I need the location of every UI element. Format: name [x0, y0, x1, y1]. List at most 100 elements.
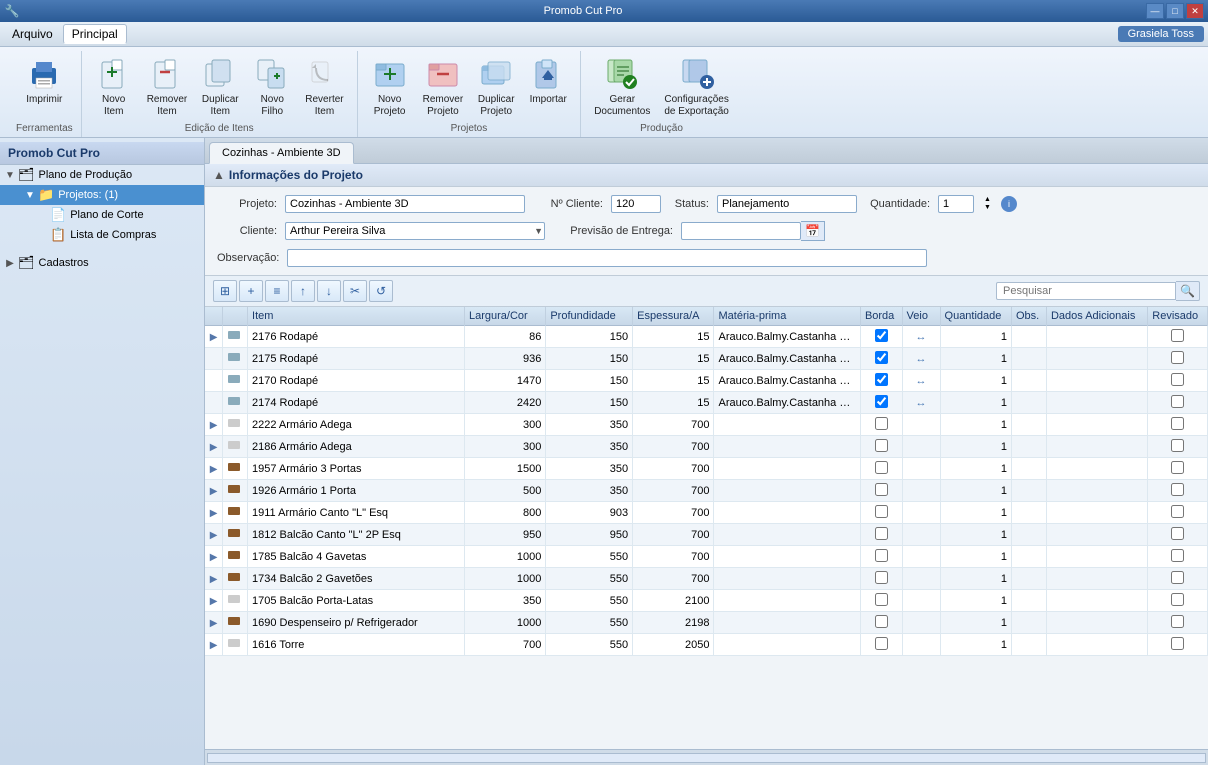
expand-arrow[interactable]: ▶ — [210, 332, 218, 343]
item-revisado[interactable] — [1148, 524, 1208, 546]
item-revisado[interactable] — [1148, 612, 1208, 634]
borda-checkbox[interactable] — [875, 395, 888, 408]
revisado-checkbox[interactable] — [1171, 615, 1184, 628]
col-esp[interactable]: Espessura/A — [633, 307, 714, 326]
col-rev[interactable]: Revisado — [1148, 307, 1208, 326]
expand-arrow[interactable]: ▶ — [210, 442, 218, 453]
previsao-input[interactable] — [681, 222, 801, 240]
status-select[interactable]: Planejamento Em Produção Concluído — [717, 195, 857, 213]
duplicar-item-button[interactable]: DuplicarItem — [196, 53, 244, 121]
item-revisado[interactable] — [1148, 436, 1208, 458]
revisado-checkbox[interactable] — [1171, 461, 1184, 474]
expand-cell[interactable]: ▶ — [205, 480, 223, 502]
table-row[interactable]: ▶1734 Balcão 2 Gavetões10005507001 — [205, 568, 1208, 590]
expand-arrow[interactable]: ▶ — [210, 464, 218, 475]
expand-arrow[interactable]: ▶ — [210, 596, 218, 607]
revisado-checkbox[interactable] — [1171, 593, 1184, 606]
menu-principal[interactable]: Principal — [63, 24, 127, 44]
expand-arrow[interactable]: ▶ — [210, 420, 218, 431]
item-revisado[interactable] — [1148, 590, 1208, 612]
horizontal-scrollbar[interactable] — [207, 753, 1206, 763]
table-row[interactable]: ▶2176 Rodapé8615015Arauco.Balmy.Castanha… — [205, 326, 1208, 348]
table-row[interactable]: ▶1616 Torre70055020501 — [205, 634, 1208, 656]
item-borda[interactable] — [860, 634, 902, 656]
borda-checkbox[interactable] — [875, 637, 888, 650]
revisado-checkbox[interactable] — [1171, 483, 1184, 496]
cliente-combo[interactable]: Arthur Pereira Silva ▼ — [285, 222, 545, 240]
qty-down[interactable]: ▼ — [982, 204, 993, 212]
tree-item-lista-compras[interactable]: 📋 Lista de Compras — [0, 225, 204, 245]
revisado-checkbox[interactable] — [1171, 351, 1184, 364]
print-button[interactable]: Imprimir — [20, 53, 68, 109]
item-borda[interactable] — [860, 590, 902, 612]
novo-projeto-button[interactable]: NovoProjeto — [366, 53, 414, 121]
expand-cell[interactable]: ▶ — [205, 414, 223, 436]
item-borda[interactable] — [860, 348, 902, 370]
item-borda[interactable] — [860, 568, 902, 590]
status-combo[interactable]: Planejamento Em Produção Concluído — [717, 195, 857, 213]
toolbar-btn-revert[interactable]: ↺ — [369, 280, 393, 302]
item-revisado[interactable] — [1148, 392, 1208, 414]
col-prof[interactable]: Profundidade — [546, 307, 633, 326]
maximize-button[interactable]: □ — [1166, 3, 1184, 19]
table-row[interactable]: 2170 Rodapé147015015Arauco.Balmy.Castanh… — [205, 370, 1208, 392]
tree-item-plano-corte[interactable]: 📄 Plano de Corte — [0, 205, 204, 225]
borda-checkbox[interactable] — [875, 351, 888, 364]
expand-cell[interactable]: ▶ — [205, 524, 223, 546]
expand-cell[interactable]: ▶ — [205, 612, 223, 634]
col-largura[interactable]: Largura/Cor — [464, 307, 545, 326]
expand-cell[interactable] — [205, 392, 223, 414]
item-revisado[interactable] — [1148, 348, 1208, 370]
table-row[interactable]: ▶2186 Armário Adega3003507001 — [205, 436, 1208, 458]
expand-cell[interactable]: ▶ — [205, 590, 223, 612]
gerar-documentos-button[interactable]: GerarDocumentos — [589, 53, 655, 121]
configuracoes-exportacao-button[interactable]: Configuraçõesde Exportação — [659, 53, 734, 121]
item-revisado[interactable] — [1148, 634, 1208, 656]
table-row[interactable]: ▶1911 Armário Canto "L" Esq8009037001 — [205, 502, 1208, 524]
table-row[interactable]: ▶2222 Armário Adega3003507001 — [205, 414, 1208, 436]
table-row[interactable]: ▶1926 Armário 1 Porta5003507001 — [205, 480, 1208, 502]
expand-arrow[interactable]: ▶ — [210, 618, 218, 629]
borda-checkbox[interactable] — [875, 483, 888, 496]
item-borda[interactable] — [860, 480, 902, 502]
qty-spinner[interactable]: ▲ ▼ — [982, 196, 993, 213]
toolbar-btn-grid[interactable]: ⊞ — [213, 280, 237, 302]
expand-arrow[interactable]: ▶ — [210, 640, 218, 651]
item-borda[interactable] — [860, 546, 902, 568]
expand-arrow[interactable]: ▶ — [210, 530, 218, 541]
expand-cell[interactable] — [205, 348, 223, 370]
borda-checkbox[interactable] — [875, 593, 888, 606]
borda-checkbox[interactable] — [875, 505, 888, 518]
expand-cell[interactable]: ▶ — [205, 634, 223, 656]
table-row[interactable]: ▶1957 Armário 3 Portas15003507001 — [205, 458, 1208, 480]
item-revisado[interactable] — [1148, 458, 1208, 480]
panel-toggle[interactable]: ▲ — [213, 168, 225, 182]
no-cliente-input[interactable] — [611, 195, 661, 213]
item-borda[interactable] — [860, 414, 902, 436]
toolbar-btn-up[interactable]: ↑ — [291, 280, 315, 302]
borda-checkbox[interactable] — [875, 615, 888, 628]
borda-checkbox[interactable] — [875, 373, 888, 386]
revisado-checkbox[interactable] — [1171, 329, 1184, 342]
revisado-checkbox[interactable] — [1171, 439, 1184, 452]
item-borda[interactable] — [860, 392, 902, 414]
borda-checkbox[interactable] — [875, 549, 888, 562]
expand-cell[interactable] — [205, 370, 223, 392]
info-button[interactable]: i — [1001, 196, 1017, 212]
tab-cozinhas[interactable]: Cozinhas - Ambiente 3D — [209, 142, 354, 164]
col-materia[interactable]: Matéria-prima — [714, 307, 860, 326]
expand-cell[interactable]: ▶ — [205, 568, 223, 590]
item-revisado[interactable] — [1148, 370, 1208, 392]
revisado-checkbox[interactable] — [1171, 549, 1184, 562]
table-row[interactable]: 2175 Rodapé93615015Arauco.Balmy.Castanha… — [205, 348, 1208, 370]
item-borda[interactable] — [860, 612, 902, 634]
expand-arrow[interactable]: ▶ — [210, 486, 218, 497]
expand-cell[interactable]: ▶ — [205, 436, 223, 458]
expand-cell[interactable]: ▶ — [205, 502, 223, 524]
qty-up[interactable]: ▲ — [982, 196, 993, 204]
borda-checkbox[interactable] — [875, 439, 888, 452]
col-veio[interactable]: Veio — [902, 307, 940, 326]
item-borda[interactable] — [860, 370, 902, 392]
expand-cell[interactable]: ▶ — [205, 458, 223, 480]
item-revisado[interactable] — [1148, 502, 1208, 524]
